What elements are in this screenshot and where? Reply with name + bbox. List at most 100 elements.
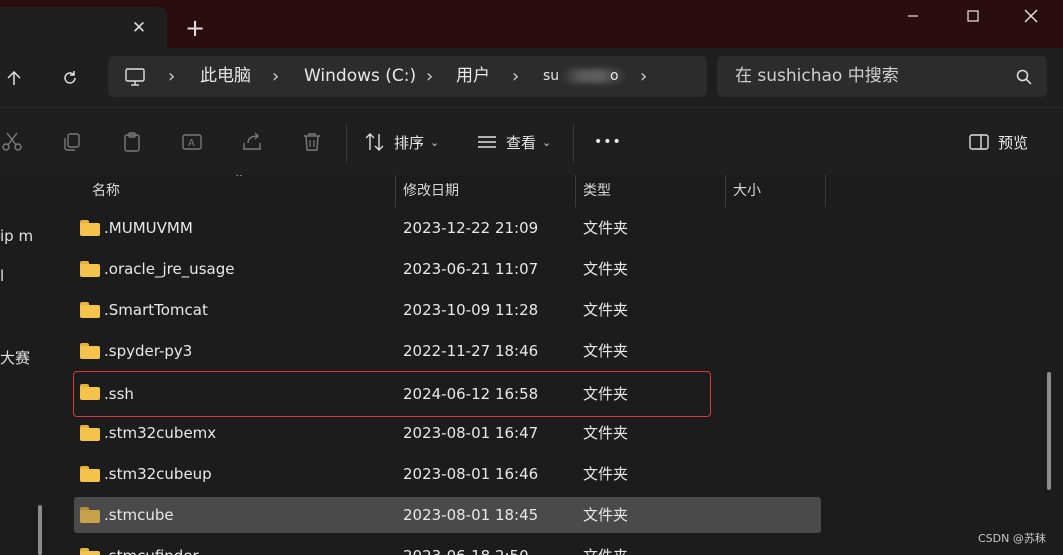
monitor-icon [125,68,145,86]
delete-icon[interactable] [300,130,324,154]
search-icon[interactable] [1015,68,1033,86]
breadcrumb[interactable]: › 此电脑 › Windows (C:) › 用户 › su o › [108,56,707,97]
item-date: 2023-08-01 16:47 [403,424,539,442]
folder-icon [80,548,100,555]
column-header: 名称 ⌃ 修改日期 类型 大小 [54,175,1063,207]
maximize-button[interactable] [943,0,1003,32]
share-icon[interactable] [240,130,264,154]
crumb-user-folder-end[interactable]: o [610,56,619,97]
item-date: 2022-11-27 18:46 [403,342,539,360]
up-arrow-icon[interactable] [0,64,28,92]
item-date: 2023-06-18 2:50 [403,538,529,555]
crumb-user-folder-start[interactable]: su [543,56,559,97]
preview-pane-icon [969,134,989,150]
view-label: 查看 [506,133,537,152]
chevron-down-icon: ⌄ [542,135,552,149]
item-date: 2023-08-01 16:46 [403,465,539,483]
chevron-right-icon: › [272,66,280,87]
close-window-button[interactable] [1001,0,1061,32]
preview-pane-button[interactable]: 预览 [968,126,1028,158]
toolbar-divider [573,124,574,162]
list-item[interactable]: .SmartTomcat 2023-10-09 11:28 文件夹 [74,292,821,328]
chevron-down-icon: ⌄ [430,135,440,149]
chevron-right-icon: › [512,66,520,87]
folder-icon [80,343,100,359]
column-name[interactable]: 名称 [92,175,120,207]
sort-button[interactable]: 排序 ⌄ [364,126,439,158]
item-type: 文件夹 [583,538,628,555]
paste-icon[interactable] [120,130,144,154]
crumb-windows-c[interactable]: Windows (C:) [304,56,416,97]
list-item[interactable]: .stmcufinder 2023-06-18 2:50 文件夹 [74,538,821,555]
column-divider[interactable] [575,175,576,207]
svg-text:A: A [188,138,195,149]
copy-icon[interactable] [60,130,84,154]
cut-icon[interactable] [0,130,24,154]
sort-icon [365,133,384,151]
item-date: 2023-06-21 11:07 [403,260,539,278]
column-divider[interactable] [725,175,726,207]
item-name: .stmcube [104,506,174,524]
item-name: .ssh [104,385,134,403]
item-date: 2023-10-09 11:28 [403,301,539,319]
list-item[interactable]: .stm32cubemx 2023-08-01 16:47 文件夹 [74,415,821,451]
more-options-button[interactable]: ••• [594,126,622,158]
item-type: 文件夹 [583,506,629,524]
chevron-right-icon: › [168,66,176,87]
folder-icon [80,507,100,523]
title-bar: ✕ + [0,0,1063,48]
folder-icon [80,220,100,236]
list-item[interactable]: .MUMUVMM 2023-12-22 21:09 文件夹 [74,210,821,246]
preview-label: 预览 [998,133,1029,152]
refresh-icon[interactable] [56,64,84,92]
sort-label: 排序 [394,133,425,152]
command-bar: A 排序 ⌄ 查看 ⌄ ••• 预览 [0,107,1063,175]
column-divider[interactable] [825,175,826,207]
minimize-icon [908,15,918,17]
list-item-selected[interactable]: .stmcube 2023-08-01 18:45 文件夹 [74,497,821,533]
chevron-right-icon: › [426,66,434,87]
tab-close-icon[interactable]: ✕ [124,17,154,39]
list-scrollbar[interactable] [1047,372,1051,490]
close-icon [1024,9,1038,23]
item-type: 文件夹 [583,260,629,278]
view-button[interactable]: 查看 ⌄ [476,126,551,158]
list-item[interactable]: .stm32cubeup 2023-08-01 16:46 文件夹 [74,456,821,492]
item-date: 2023-08-01 18:45 [403,506,539,524]
list-item[interactable]: .spyder-py3 2022-11-27 18:46 文件夹 [74,333,821,369]
column-size[interactable]: 大小 [733,175,761,207]
nav-scrollbar[interactable] [38,505,42,555]
item-name: .stmcufinder [104,538,199,555]
nav-item-3[interactable]: 大赛 [0,347,30,368]
item-name: .stm32cubemx [104,424,217,442]
new-tab-button[interactable]: + [180,15,210,41]
search-box[interactable]: 在 sushichao 中搜索 [717,56,1047,97]
item-name: .MUMUVMM [104,219,193,237]
list-item[interactable]: .oracle_jre_usage 2023-06-21 11:07 文件夹 [74,251,821,287]
address-row: › 此电脑 › Windows (C:) › 用户 › su o › 在 sus… [0,48,1063,107]
nav-item-1[interactable]: ip m [0,227,33,245]
search-input[interactable]: 在 sushichao 中搜索 [735,56,899,97]
crumb-this-pc[interactable]: 此电脑 [200,56,251,97]
rename-icon[interactable]: A [180,130,204,154]
sort-ascending-icon: ⌃ [234,175,245,185]
folder-icon [80,384,100,400]
tab-current[interactable]: ✕ [0,7,167,48]
column-type[interactable]: 类型 [583,175,611,207]
list-item-highlighted[interactable]: .ssh 2024-06-12 16:58 文件夹 [73,371,711,417]
minimize-button[interactable] [883,0,943,32]
navigation-pane: ip m l 大赛 [0,175,54,555]
chevron-right-icon[interactable]: › [640,56,647,97]
item-name: .oracle_jre_usage [104,260,235,278]
folder-icon [80,425,100,441]
nav-item-2[interactable]: l [0,267,4,285]
item-date: 2023-12-22 21:09 [403,219,539,237]
column-divider[interactable] [395,175,396,207]
item-type: 文件夹 [583,219,629,237]
item-type: 文件夹 [583,301,629,319]
column-modified[interactable]: 修改日期 [403,175,459,207]
item-name: .stm32cubeup [104,465,212,483]
crumb-users[interactable]: 用户 [456,56,490,97]
item-date: 2024-06-12 16:58 [403,385,539,403]
maximize-icon [967,10,979,22]
